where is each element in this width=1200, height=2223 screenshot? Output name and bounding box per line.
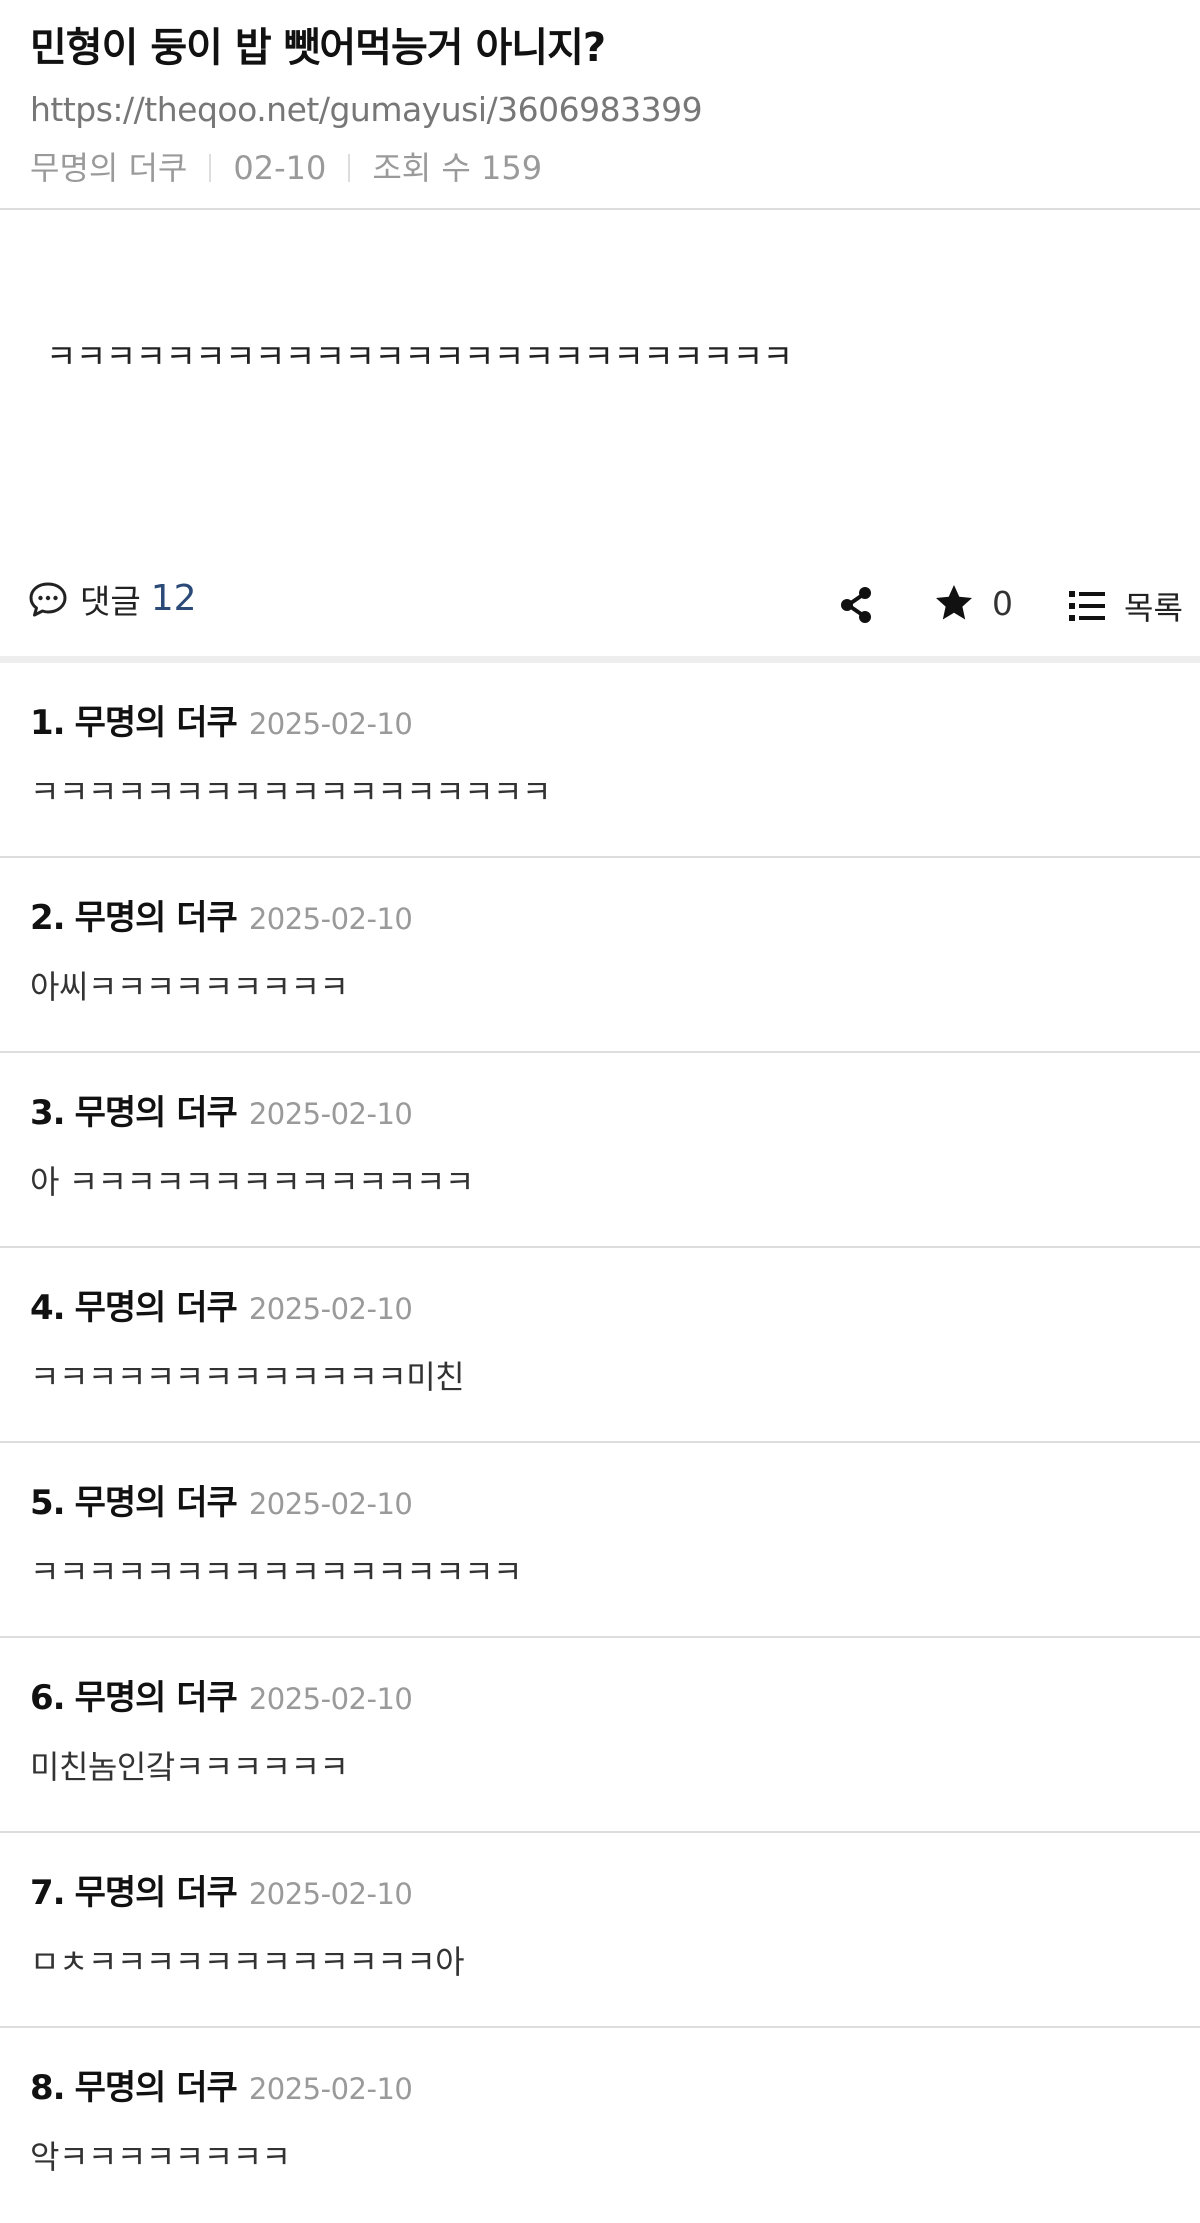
comment-label: 댓글 — [80, 581, 141, 621]
comment-header: 1. 무명의 더쿠 2025-02-10 — [30, 699, 1170, 748]
comment-date: 2025-02-10 — [248, 1682, 413, 1716]
comment-author: 무명의 더쿠 — [74, 1288, 238, 1328]
comment-text: 악ㅋㅋㅋㅋㅋㅋㅋㅋ — [30, 2138, 291, 2176]
meta-divider — [209, 154, 212, 182]
comment-date: 2025-02-10 — [248, 1292, 413, 1326]
post-url[interactable]: https://theqoo.net/gumayusi/3606983399 — [30, 88, 1170, 132]
star-count: 0 — [992, 583, 1013, 623]
comment-number: 2. — [30, 898, 66, 938]
comment-date: 2025-02-10 — [248, 1877, 413, 1911]
comment-text: ㅁㅊㅋㅋㅋㅋㅋㅋㅋㅋㅋㅋㅋㅋ아 — [30, 1943, 465, 1981]
comment-author: 무명의 더쿠 — [74, 1678, 238, 1718]
comment-list: 1. 무명의 더쿠 2025-02-10 ㅋㅋㅋㅋㅋㅋㅋㅋㅋㅋㅋㅋㅋㅋㅋㅋㅋㅋ … — [0, 663, 1200, 2223]
post-author: 무명의 더쿠 — [30, 149, 188, 187]
star-button[interactable]: 0 — [934, 583, 1013, 623]
comment-date: 2025-02-10 — [248, 2072, 413, 2106]
comment-date: 2025-02-10 — [248, 1097, 413, 1131]
list-icon — [1069, 591, 1105, 621]
comment-header: 4. 무명의 더쿠 2025-02-10 — [30, 1284, 1170, 1333]
comment-item: 5. 무명의 더쿠 2025-02-10 ㅋㅋㅋㅋㅋㅋㅋㅋㅋㅋㅋㅋㅋㅋㅋㅋㅋ — [0, 1443, 1200, 1638]
comment-number: 8. — [30, 2068, 66, 2108]
comment-text: ㅋㅋㅋㅋㅋㅋㅋㅋㅋㅋㅋㅋㅋㅋㅋㅋㅋ — [30, 1553, 522, 1591]
post-title: 민형이 둥이 밥 뺏어먹능거 아니지? — [30, 25, 606, 71]
star-icon — [936, 585, 972, 620]
comment-bubble-icon — [29, 582, 67, 616]
comment-number: 3. — [30, 1093, 66, 1133]
comment-item: 8. 무명의 더쿠 2025-02-10 악ㅋㅋㅋㅋㅋㅋㅋㅋ — [0, 2028, 1200, 2223]
comment-item: 3. 무명의 더쿠 2025-02-10 아 ㅋㅋㅋㅋㅋㅋㅋㅋㅋㅋㅋㅋㅋㅋ — [0, 1053, 1200, 1248]
comment-text: ㅋㅋㅋㅋㅋㅋㅋㅋㅋㅋㅋㅋㅋ미친 — [30, 1358, 465, 1396]
comment-date: 2025-02-10 — [248, 902, 413, 936]
comment-header: 3. 무명의 더쿠 2025-02-10 — [30, 1089, 1170, 1138]
share-icon[interactable] — [836, 585, 876, 625]
comment-number: 1. — [30, 703, 66, 743]
comment-date: 2025-02-10 — [248, 707, 413, 741]
comment-item: 2. 무명의 더쿠 2025-02-10 아씨ㅋㅋㅋㅋㅋㅋㅋㅋㅋ — [0, 858, 1200, 1053]
list-label: 목록 — [1124, 589, 1183, 627]
list-button[interactable]: 목록 — [1068, 583, 1183, 629]
post-page: 민형이 둥이 밥 뺏어먹능거 아니지? https://theqoo.net/g… — [0, 0, 1200, 2223]
comment-item: 4. 무명의 더쿠 2025-02-10 ㅋㅋㅋㅋㅋㅋㅋㅋㅋㅋㅋㅋㅋ미친 — [0, 1248, 1200, 1443]
comment-number: 7. — [30, 1873, 66, 1913]
comment-text: ㅋㅋㅋㅋㅋㅋㅋㅋㅋㅋㅋㅋㅋㅋㅋㅋㅋㅋ — [30, 773, 551, 811]
comment-author: 무명의 더쿠 — [74, 898, 238, 938]
comment-header: 7. 무명의 더쿠 2025-02-10 — [30, 1869, 1170, 1918]
comment-author: 무명의 더쿠 — [74, 1093, 238, 1133]
comment-count: 12 — [150, 578, 197, 619]
action-bar: 댓글 12 0 목록 — [0, 547, 1200, 663]
comment-date: 2025-02-10 — [248, 1487, 413, 1521]
comment-number: 5. — [30, 1483, 66, 1523]
post-header: 민형이 둥이 밥 뺏어먹능거 아니지? https://theqoo.net/g… — [0, 0, 1200, 210]
comment-author: 무명의 더쿠 — [74, 703, 238, 743]
post-body: ㅋㅋㅋㅋㅋㅋㅋㅋㅋㅋㅋㅋㅋㅋㅋㅋㅋㅋㅋㅋㅋㅋㅋㅋㅋ — [46, 337, 793, 376]
comment-item: 6. 무명의 더쿠 2025-02-10 미친놈인갘ㅋㅋㅋㅋㅋㅋ — [0, 1638, 1200, 1833]
comment-number: 6. — [30, 1678, 66, 1718]
comment-number: 4. — [30, 1288, 66, 1328]
comment-text: 미친놈인갘ㅋㅋㅋㅋㅋㅋ — [30, 1748, 349, 1786]
comment-header: 6. 무명의 더쿠 2025-02-10 — [30, 1674, 1170, 1723]
comment-author: 무명의 더쿠 — [74, 1873, 238, 1913]
meta-divider — [348, 154, 351, 182]
comment-text: 아씨ㅋㅋㅋㅋㅋㅋㅋㅋㅋ — [30, 968, 349, 1006]
comment-header: 5. 무명의 더쿠 2025-02-10 — [30, 1479, 1170, 1528]
comment-author: 무명의 더쿠 — [74, 1483, 238, 1523]
comment-author: 무명의 더쿠 — [74, 2068, 238, 2108]
post-views: 조회 수 159 — [372, 149, 543, 187]
comment-item: 1. 무명의 더쿠 2025-02-10 ㅋㅋㅋㅋㅋㅋㅋㅋㅋㅋㅋㅋㅋㅋㅋㅋㅋㅋ — [0, 663, 1200, 858]
post-meta: 무명의 더쿠 02-10 조회 수 159 — [30, 146, 1170, 190]
comment-item: 7. 무명의 더쿠 2025-02-10 ㅁㅊㅋㅋㅋㅋㅋㅋㅋㅋㅋㅋㅋㅋ아 — [0, 1833, 1200, 2028]
post-date: 02-10 — [233, 149, 327, 187]
comment-text: 아 ㅋㅋㅋㅋㅋㅋㅋㅋㅋㅋㅋㅋㅋㅋ — [30, 1163, 474, 1201]
comment-header: 2. 무명의 더쿠 2025-02-10 — [30, 894, 1170, 943]
comment-toggle-button[interactable]: 댓글 12 — [28, 575, 197, 623]
comment-header: 8. 무명의 더쿠 2025-02-10 — [30, 2064, 1170, 2113]
